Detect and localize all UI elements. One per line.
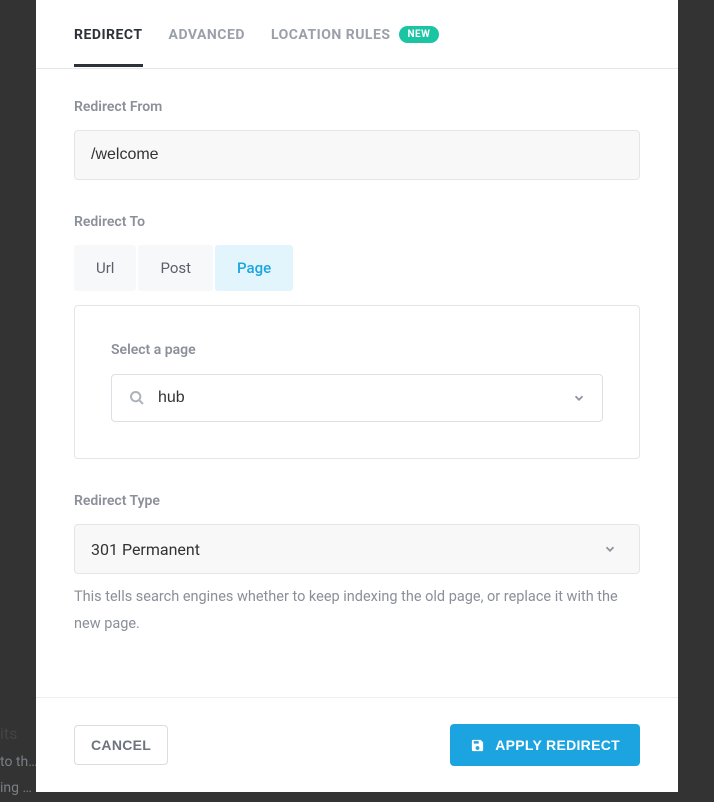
section-redirect-from: Redirect From [74, 99, 640, 180]
tab-redirect[interactable]: REDIRECT [74, 2, 143, 67]
save-icon [470, 738, 485, 753]
tab-label: REDIRECT [74, 27, 143, 43]
bg-text: to th… [0, 748, 38, 776]
label-redirect-type: Redirect Type [74, 493, 640, 509]
label-redirect-from: Redirect From [74, 99, 640, 115]
new-badge: NEW [399, 26, 440, 43]
apply-label: APPLY REDIRECT [495, 737, 620, 753]
toggle-page[interactable]: Page [215, 245, 293, 291]
chevron-down-icon [572, 391, 592, 405]
redirect-type-select[interactable]: 301 Permanent [74, 524, 640, 574]
redirect-to-toggle-group: Url Post Page [74, 245, 640, 291]
section-redirect-to: Redirect To Url Post Page Select a page [74, 214, 640, 459]
page-search-select[interactable] [111, 374, 603, 422]
modal-footer: CANCEL APPLY REDIRECT [36, 697, 678, 792]
bg-text: its [0, 718, 17, 750]
page-select-panel: Select a page [74, 305, 640, 459]
section-redirect-type: Redirect Type 301 Permanent This tells s… [74, 493, 640, 638]
toggle-post[interactable]: Post [138, 245, 213, 291]
search-icon [122, 390, 152, 406]
bg-text: ing … [0, 774, 32, 802]
page-search-input[interactable] [152, 389, 572, 407]
toggle-url[interactable]: Url [74, 245, 136, 291]
cancel-button[interactable]: CANCEL [74, 725, 168, 765]
redirect-type-helper: This tells search engines whether to kee… [74, 584, 640, 638]
tab-location-rules[interactable]: LOCATION RULES NEW [271, 1, 440, 67]
label-select-page: Select a page [111, 342, 603, 358]
tab-label: LOCATION RULES [271, 27, 391, 43]
label-redirect-to: Redirect To [74, 214, 640, 230]
tab-bar: REDIRECT ADVANCED LOCATION RULES NEW [36, 0, 678, 69]
tab-label: ADVANCED [169, 27, 245, 43]
redirect-from-input[interactable] [74, 130, 640, 180]
chevron-down-icon [603, 542, 623, 556]
redirect-modal: REDIRECT ADVANCED LOCATION RULES NEW Red… [36, 0, 678, 792]
tab-advanced[interactable]: ADVANCED [169, 2, 245, 67]
redirect-type-value: 301 Permanent [91, 540, 200, 559]
apply-redirect-button[interactable]: APPLY REDIRECT [450, 724, 640, 766]
modal-content: Redirect From Redirect To Url Post Page … [36, 69, 678, 697]
